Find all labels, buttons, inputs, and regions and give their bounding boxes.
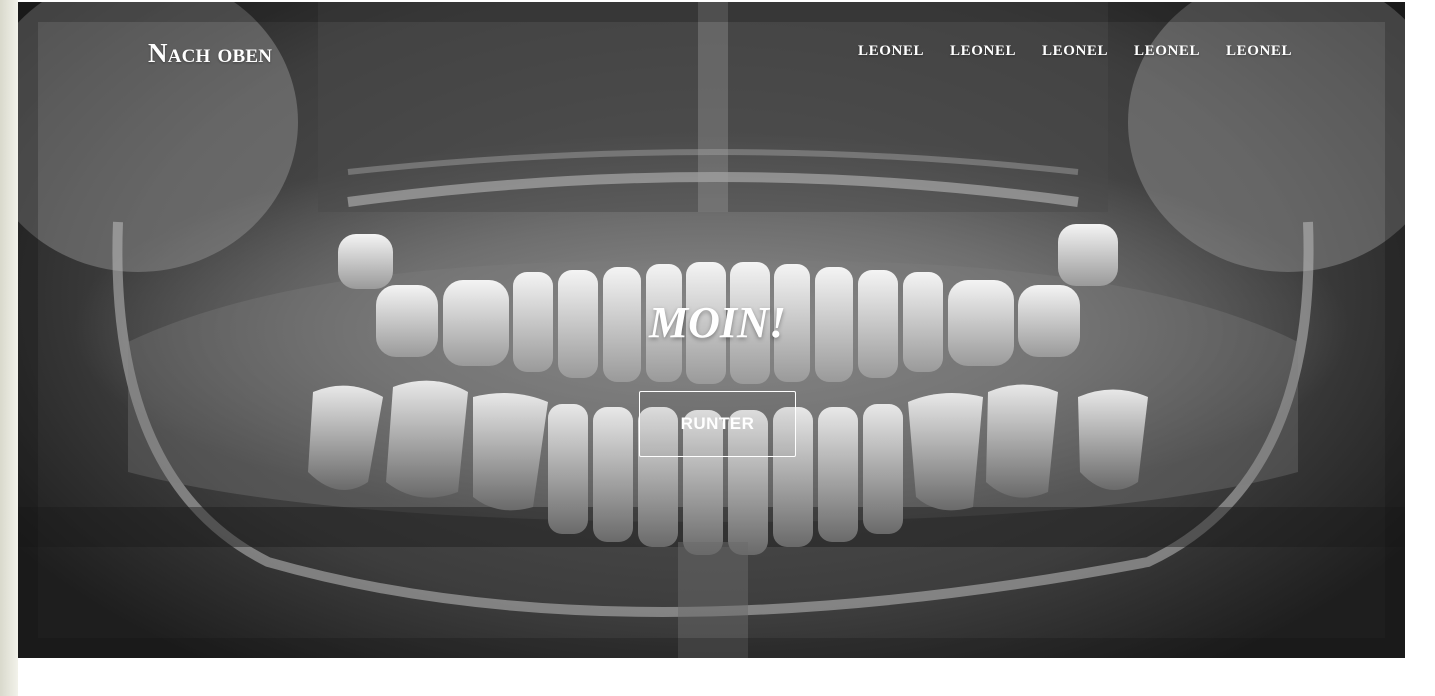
- left-edge-strip: [0, 0, 18, 696]
- nav-link-5[interactable]: LEONEL: [1226, 43, 1292, 60]
- nav-link-2[interactable]: LEONEL: [950, 43, 1016, 60]
- nav-brand-link[interactable]: Nach oben: [148, 38, 272, 69]
- nav-link-1[interactable]: LEONEL: [858, 43, 924, 60]
- scroll-down-button[interactable]: RUNTER: [639, 391, 796, 457]
- nav-link-4[interactable]: LEONEL: [1134, 43, 1200, 60]
- hero-title: MOIN!: [649, 298, 786, 347]
- nav-link-3[interactable]: LEONEL: [1042, 43, 1108, 60]
